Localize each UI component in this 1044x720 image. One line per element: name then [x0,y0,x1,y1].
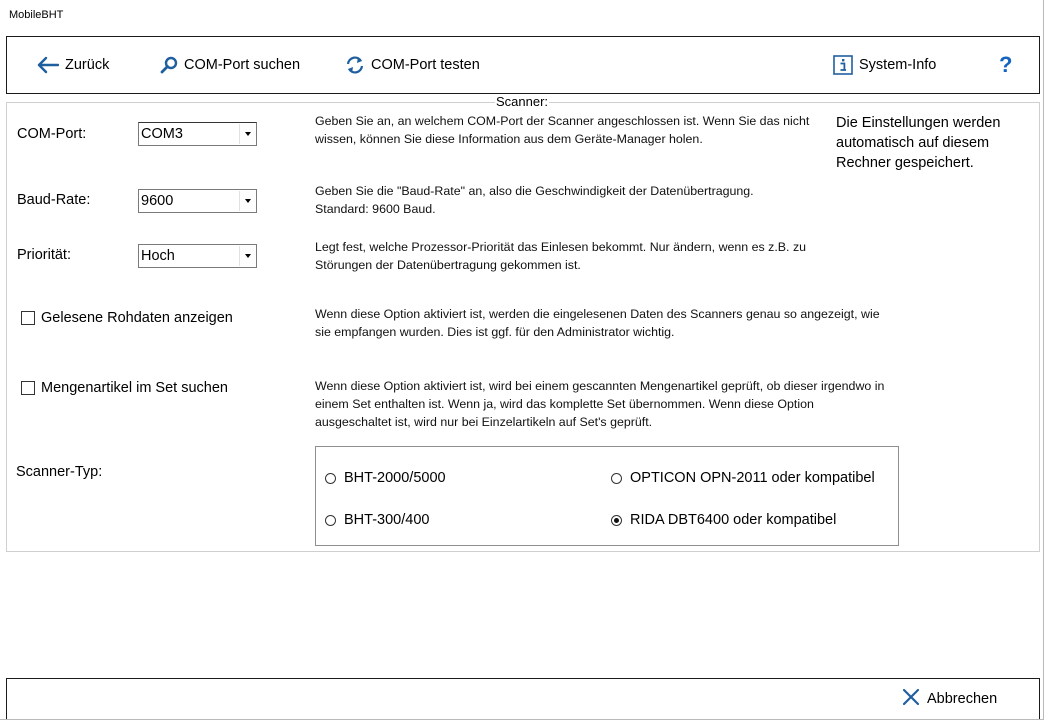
set-search-checkbox[interactable]: Mengenartikel im Set suchen [21,380,228,396]
settings-saved-note: Die Einstellungen werden automatisch auf… [836,115,1001,171]
set-search-help: Wenn diese Option aktiviert ist, wird be… [315,379,885,429]
close-icon [901,687,921,711]
search-com-port-label: COM-Port suchen [184,57,301,73]
chevron-down-icon[interactable] [239,191,255,211]
baud-rate-help-line1: Geben Sie die "Baud-Rate" an, also die G… [315,184,754,198]
radio-icon[interactable] [325,514,336,526]
scanner-type-label: Scanner-Typ: [16,464,103,480]
priority-help: Legt fest, welche Prozessor-Priorität da… [315,240,807,272]
priority-label: Priorität: [17,247,71,263]
com-port-value: COM3 [141,126,183,142]
checkbox-icon[interactable] [21,311,35,325]
back-button[interactable]: Zurück [37,37,109,93]
system-info-button[interactable]: System-Info [833,37,936,93]
com-port-combo[interactable]: COM3 [138,122,257,146]
scanner-type-group: BHT-2000/5000 OPTICON OPN-2011 oder komp… [315,446,899,546]
baud-rate-value: 9600 [141,193,174,209]
search-icon [160,56,178,74]
refresh-icon [345,56,365,74]
radio-bht-300-400-label: BHT-300/400 [344,512,430,528]
radio-bht-2000-5000-label: BHT-2000/5000 [344,470,446,486]
set-search-label: Mengenartikel im Set suchen [41,380,228,396]
com-port-help: Geben Sie an, an welchem COM-Port der Sc… [315,114,810,146]
baud-rate-help: Geben Sie die "Baud-Rate" an, also die G… [315,182,895,218]
footer-bar: Abbrechen [6,678,1040,719]
priority-value: Hoch [141,248,175,264]
toolbar: Zurück COM-Port suchen COM-Port testen S… [6,36,1040,94]
info-icon [833,55,853,75]
radio-opticon[interactable]: OPTICON OPN-2011 oder kompatibel [611,470,875,486]
cancel-button-label: Abbrechen [927,691,998,707]
checkbox-icon[interactable] [21,381,35,395]
help-icon: ? [999,52,1013,77]
baud-rate-label: Baud-Rate: [17,192,91,208]
test-com-port-label: COM-Port testen [371,57,480,73]
scanner-group-title: Scanner: [495,94,550,109]
test-com-port-button[interactable]: COM-Port testen [345,37,480,93]
com-port-label: COM-Port: [17,126,87,142]
radio-bht-300-400[interactable]: BHT-300/400 [325,512,429,528]
baud-rate-help-line2: Standard: 9600 Baud. [315,202,436,216]
arrow-left-icon [37,56,59,74]
search-com-port-button[interactable]: COM-Port suchen [160,37,300,93]
radio-bht-2000-5000[interactable]: BHT-2000/5000 [325,470,446,486]
radio-rida-dbt6400[interactable]: RIDA DBT6400 oder kompatibel [611,512,836,528]
radio-opticon-label: OPTICON OPN-2011 oder kompatibel [630,470,875,486]
radio-icon[interactable] [611,472,622,484]
back-button-label: Zurück [65,57,110,73]
raw-data-help: Wenn diese Option aktiviert ist, werden … [315,307,880,339]
priority-combo[interactable]: Hoch [138,244,257,268]
cancel-button[interactable]: Abbrechen [901,687,997,711]
chevron-down-icon[interactable] [239,246,255,266]
radio-rida-dbt6400-label: RIDA DBT6400 oder kompatibel [630,512,837,528]
baud-rate-combo[interactable]: 9600 [138,189,257,213]
raw-data-label: Gelesene Rohdaten anzeigen [41,310,233,326]
system-info-label: System-Info [859,57,937,73]
radio-selected-icon[interactable] [611,514,622,526]
raw-data-checkbox[interactable]: Gelesene Rohdaten anzeigen [21,310,233,326]
help-button[interactable]: ? [999,37,1012,93]
window-title: MobileBHT [9,9,64,21]
radio-icon[interactable] [325,472,336,484]
chevron-down-icon[interactable] [239,124,255,144]
